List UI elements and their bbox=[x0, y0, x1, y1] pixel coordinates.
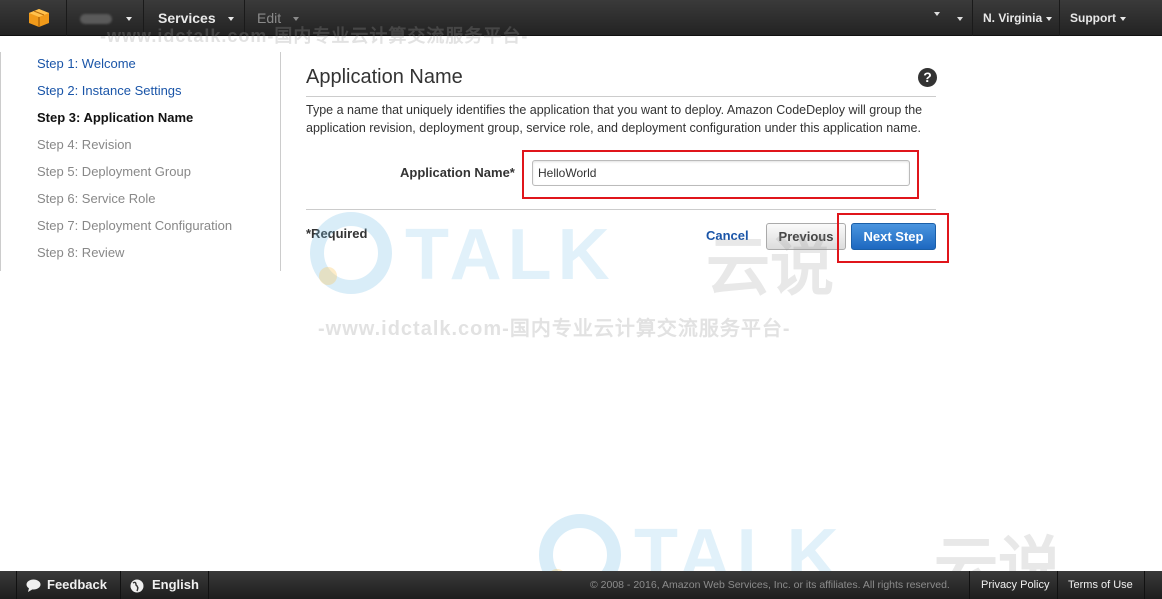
watermark-brand-cn: 云说 bbox=[706, 231, 834, 303]
sidebar-step-1[interactable]: Step 1: Welcome bbox=[37, 56, 136, 71]
language-label: English bbox=[152, 577, 199, 592]
sidebar-step-3: Step 3: Application Name bbox=[37, 110, 194, 125]
region-label: N. Virginia bbox=[983, 11, 1043, 25]
support-label: Support bbox=[1070, 11, 1116, 25]
page-title: Application Name bbox=[306, 66, 463, 88]
copyright-text: © 2008 - 2016, Amazon Web Services, Inc.… bbox=[590, 579, 950, 591]
chevron-down-icon bbox=[1046, 16, 1053, 21]
sidebar-step-6: Step 6: Service Role bbox=[37, 191, 156, 206]
nav-divider bbox=[972, 0, 973, 36]
application-name-label: Application Name* bbox=[400, 165, 515, 180]
watermark-brand: TALK bbox=[405, 215, 616, 295]
privacy-policy-link[interactable]: Privacy Policy bbox=[981, 571, 1049, 599]
chevron-down-icon bbox=[934, 11, 940, 16]
footer-divider bbox=[1144, 571, 1145, 599]
sidebar-step-2[interactable]: Step 2: Instance Settings bbox=[37, 83, 182, 98]
footer-divider bbox=[208, 571, 209, 599]
sidebar-left-border bbox=[0, 52, 1, 271]
chevron-down-icon bbox=[1120, 16, 1126, 21]
footer-divider bbox=[16, 571, 17, 599]
sidebar-step-7: Step 7: Deployment Configuration bbox=[37, 218, 233, 233]
footer-divider bbox=[1057, 571, 1058, 599]
sidebar-step-4: Step 4: Revision bbox=[37, 137, 132, 152]
region-menu[interactable]: N. Virginia bbox=[983, 0, 1053, 36]
watermark-text-top: -www.idctalk.com-国内专业云计算交流服务平台- bbox=[100, 26, 529, 46]
help-icon[interactable]: ? bbox=[918, 68, 937, 87]
speech-bubble-icon bbox=[26, 579, 41, 593]
sidebar-step-5: Step 5: Deployment Group bbox=[37, 164, 191, 179]
annotation-highlight-input bbox=[522, 150, 919, 199]
notifications-menu[interactable] bbox=[934, 0, 964, 36]
chevron-down-icon bbox=[293, 17, 300, 22]
aws-cube-logo-icon[interactable] bbox=[28, 8, 50, 28]
footer-divider bbox=[120, 571, 121, 599]
watermark-text-middle: -www.idctalk.com-国内专业云计算交流服务平台- bbox=[318, 318, 791, 340]
feedback-label: Feedback bbox=[47, 577, 107, 592]
watermark-logo-icon bbox=[310, 212, 392, 294]
chevron-down-icon bbox=[126, 17, 132, 22]
nav-divider bbox=[1059, 0, 1060, 36]
terms-of-use-link[interactable]: Terms of Use bbox=[1068, 571, 1133, 599]
page-description: Type a name that uniquely identifies the… bbox=[306, 103, 923, 135]
globe-icon bbox=[130, 579, 144, 593]
language-selector[interactable]: English bbox=[130, 571, 199, 599]
footer-divider bbox=[969, 571, 970, 599]
nav-divider bbox=[66, 0, 67, 36]
feedback-button[interactable]: Feedback bbox=[26, 571, 107, 599]
section-divider bbox=[306, 209, 936, 210]
footer-bar: Feedback English © 2008 - 2016, Amazon W… bbox=[0, 571, 1162, 599]
annotation-highlight-next bbox=[837, 213, 949, 263]
chevron-down-icon bbox=[227, 17, 234, 22]
sidebar-step-8: Step 8: Review bbox=[37, 245, 125, 260]
title-divider bbox=[306, 96, 936, 97]
chevron-down-icon bbox=[957, 16, 964, 21]
support-menu[interactable]: Support bbox=[1070, 0, 1126, 36]
